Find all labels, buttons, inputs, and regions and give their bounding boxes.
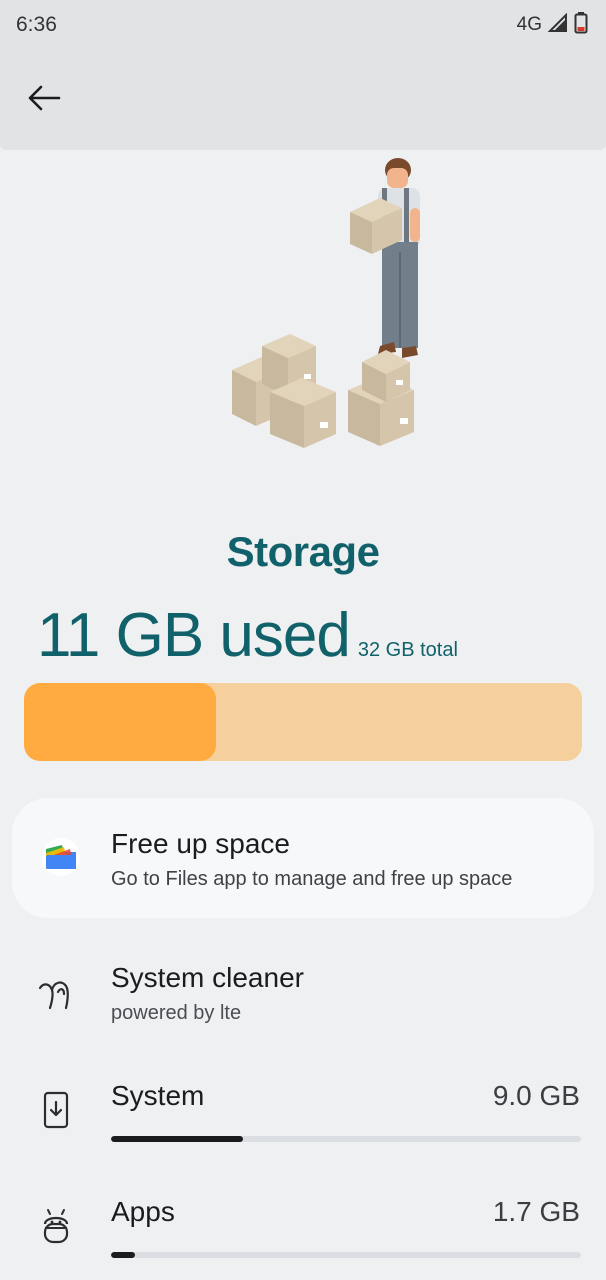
- storage-usage-summary: 11 GB used 32 GB total: [37, 600, 458, 671]
- storage-illustration: [220, 150, 450, 460]
- status-time: 6:36: [16, 13, 57, 36]
- apps-usage-bar-fill: [111, 1252, 135, 1258]
- storage-usage-bar-fill: [24, 683, 216, 761]
- status-icons: 4G: [516, 11, 588, 39]
- signal-icon: [547, 12, 568, 38]
- free-up-space-title: Free up space: [111, 828, 290, 859]
- status-bar: 6:36 4G: [0, 0, 606, 50]
- back-button[interactable]: [20, 78, 68, 122]
- apps-title: Apps: [111, 1196, 175, 1227]
- system-cleaner-icon: [34, 972, 78, 1016]
- list-item-system-cleaner[interactable]: System cleaner powered by lte: [0, 950, 606, 1050]
- system-title: System: [111, 1080, 205, 1111]
- apps-size: 1.7 GB: [492, 1196, 580, 1227]
- system-cleaner-title: System cleaner: [111, 962, 304, 993]
- storage-usage-bar: [24, 683, 582, 761]
- app-bar: [0, 50, 606, 150]
- apps-usage-bar: [111, 1252, 581, 1258]
- android-icon: [34, 1204, 78, 1248]
- list-item-apps[interactable]: Apps 1.7 GB: [0, 1186, 606, 1280]
- page-title: Storage: [226, 528, 380, 575]
- network-type: 4G: [516, 14, 542, 35]
- arrow-left-icon: [27, 84, 61, 117]
- free-up-space-subtitle: Go to Files app to manage and free up sp…: [111, 868, 513, 890]
- files-app-icon: [42, 838, 80, 876]
- system-update-icon: [34, 1088, 78, 1132]
- total-amount: 32 GB total: [357, 639, 458, 661]
- system-size: 9.0 GB: [492, 1080, 580, 1111]
- battery-low-icon: [574, 11, 588, 39]
- system-cleaner-subtitle: powered by lte: [111, 1002, 242, 1024]
- used-amount: 11 GB used: [37, 601, 351, 670]
- system-usage-bar: [111, 1136, 581, 1142]
- free-up-space-card[interactable]: Free up space Go to Files app to manage …: [12, 798, 594, 918]
- list-item-system[interactable]: System 9.0 GB: [0, 1070, 606, 1170]
- system-usage-bar-fill: [111, 1136, 243, 1142]
